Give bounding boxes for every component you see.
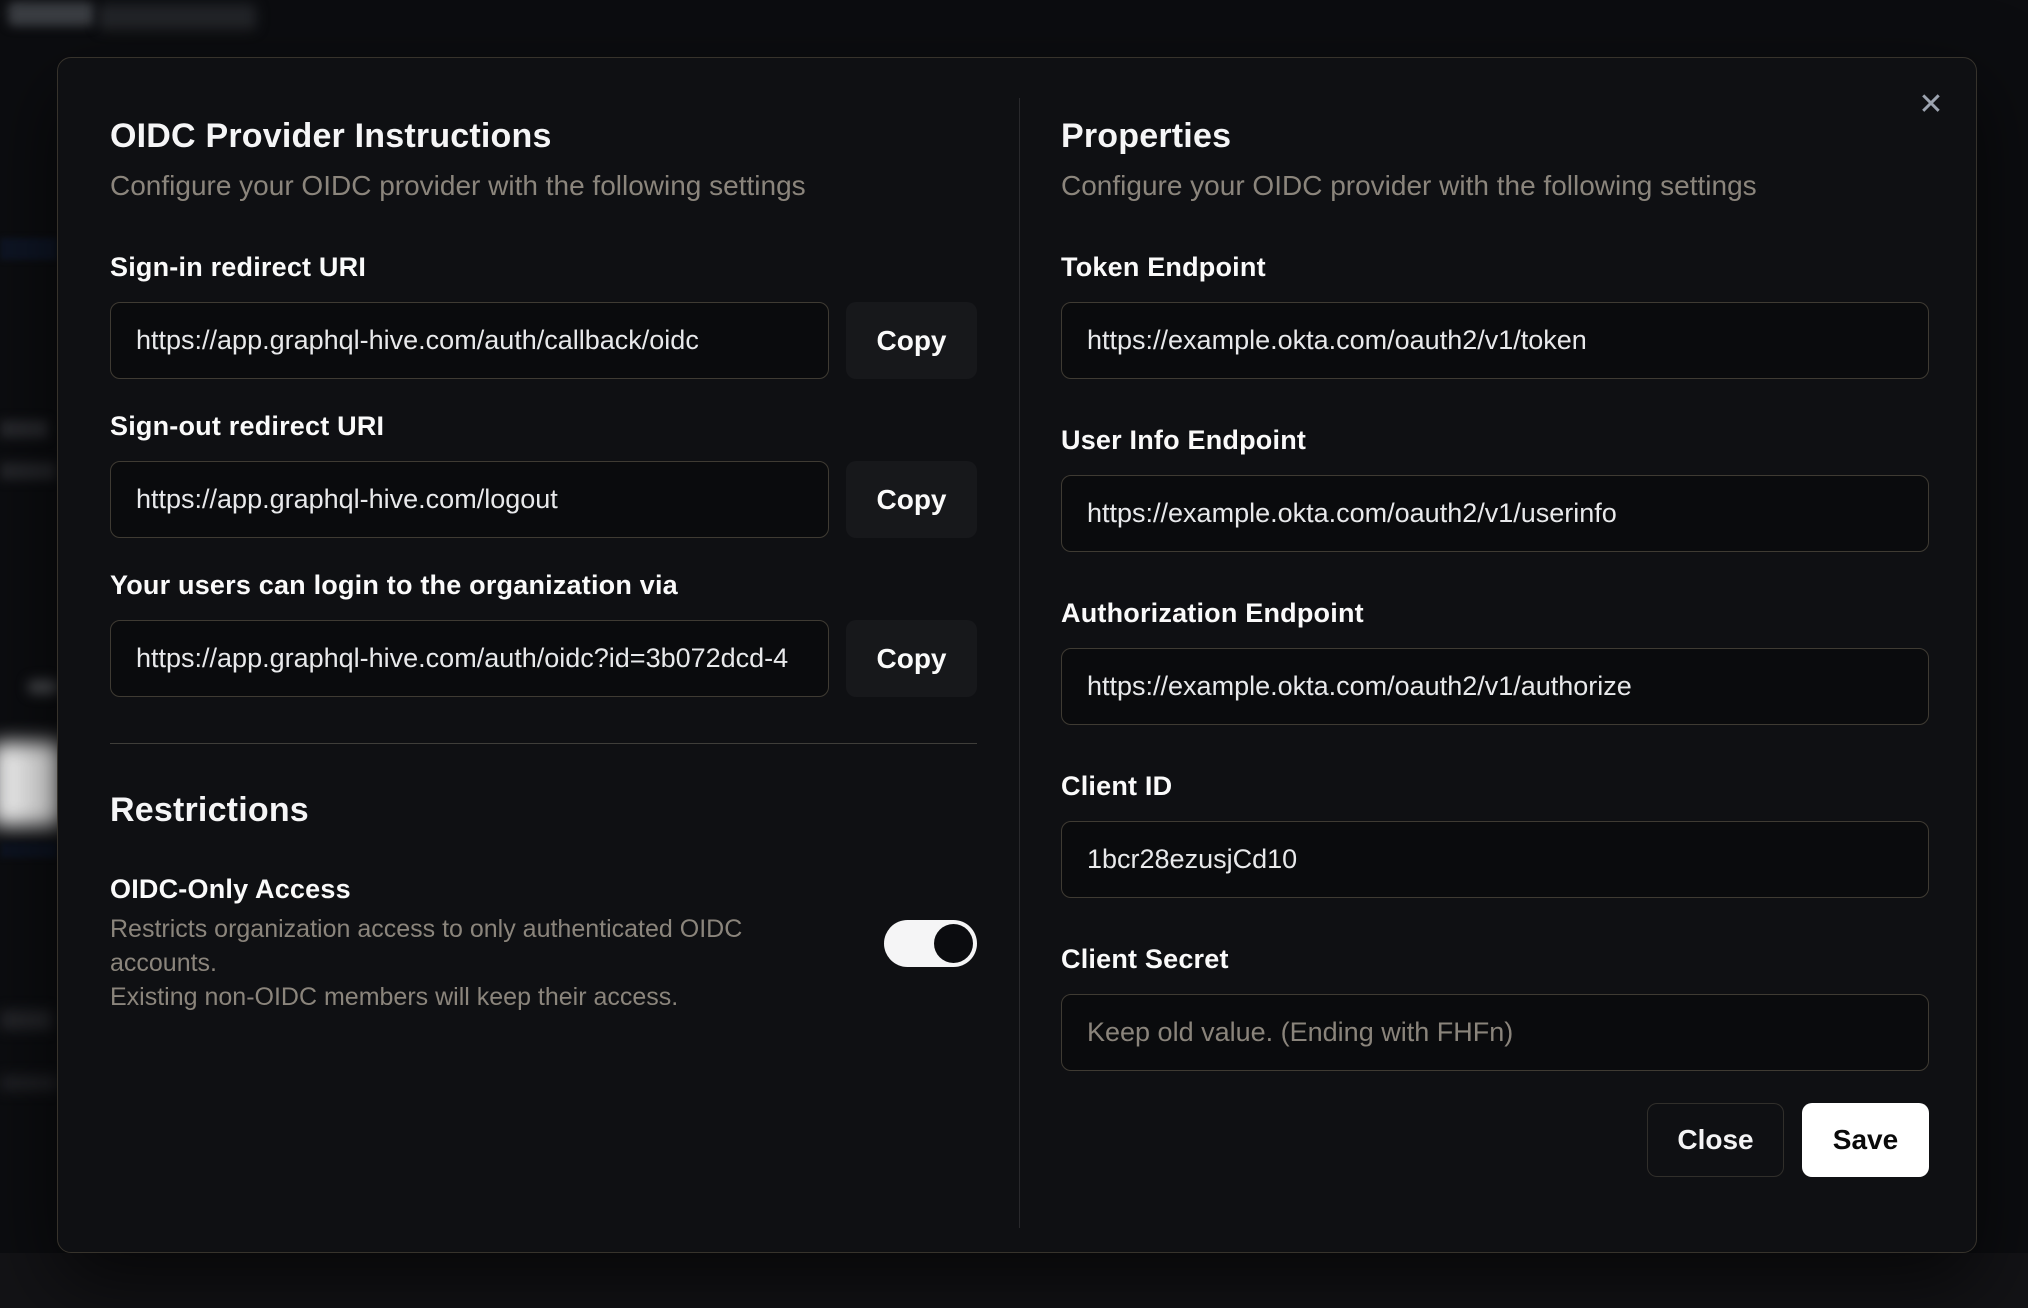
login-url-field: Your users can login to the organization… <box>110 568 977 697</box>
instructions-subtitle: Configure your OIDC provider with the fo… <box>110 170 806 201</box>
background-blur-artifact <box>0 420 48 438</box>
oidc-only-toggle[interactable] <box>884 919 977 967</box>
copy-sign-out-redirect-button[interactable]: Copy <box>846 461 977 538</box>
background-blur-artifact <box>98 4 256 30</box>
token-endpoint-label: Token Endpoint <box>1061 252 1266 282</box>
authorization-endpoint-field: Authorization Endpoint <box>1061 596 1929 725</box>
background-blur-artifact <box>0 1075 58 1091</box>
restrictions-title: Restrictions <box>110 791 309 829</box>
properties-title: Properties <box>1061 117 1232 155</box>
copy-login-url-button[interactable]: Copy <box>846 620 977 697</box>
client-secret-field: Client Secret <box>1061 942 1929 1071</box>
oidc-settings-dialog: ✕ OIDC Provider Instructions Configure y… <box>57 57 1977 1253</box>
copy-sign-in-redirect-button[interactable]: Copy <box>846 302 977 379</box>
client-id-field: Client ID <box>1061 769 1929 898</box>
dialog-footer: Close Save <box>1061 1103 1929 1177</box>
save-button[interactable]: Save <box>1802 1103 1929 1177</box>
oidc-only-access-description: Restricts organization access to only au… <box>110 915 743 1011</box>
oidc-only-access-label: OIDC-Only Access <box>110 874 351 904</box>
user-info-endpoint-field: User Info Endpoint <box>1061 423 1929 552</box>
background-blur-artifact <box>0 462 56 480</box>
sign-in-redirect-field: Sign-in redirect URI Copy <box>110 250 977 379</box>
section-divider <box>110 743 977 744</box>
client-id-input[interactable] <box>1061 821 1929 898</box>
background-blur-artifact <box>8 2 94 26</box>
sign-out-redirect-field: Sign-out redirect URI Copy <box>110 409 977 538</box>
background-blur-artifact <box>28 680 58 694</box>
oidc-only-access-row: OIDC-Only Access Restricts organization … <box>110 872 977 1014</box>
authorization-endpoint-label: Authorization Endpoint <box>1061 598 1364 628</box>
background-blur-artifact <box>0 238 57 260</box>
oidc-instructions-panel: OIDC Provider Instructions Configure you… <box>58 58 1019 1252</box>
user-info-endpoint-label: User Info Endpoint <box>1061 425 1307 455</box>
client-secret-label: Client Secret <box>1061 944 1229 974</box>
token-endpoint-field: Token Endpoint <box>1061 250 1929 379</box>
user-info-endpoint-input[interactable] <box>1061 475 1929 552</box>
background-blur-artifact <box>0 842 57 858</box>
sign-in-redirect-label: Sign-in redirect URI <box>110 252 367 282</box>
login-url-input[interactable] <box>110 620 829 697</box>
instructions-title: OIDC Provider Instructions <box>110 117 552 155</box>
sign-in-redirect-input[interactable] <box>110 302 829 379</box>
login-url-label: Your users can login to the organization… <box>110 570 678 600</box>
page-background <box>0 1253 2028 1308</box>
close-button[interactable]: Close <box>1647 1103 1784 1177</box>
background-blur-artifact <box>0 1010 52 1030</box>
properties-panel: Properties Configure your OIDC provider … <box>1020 58 1976 1252</box>
token-endpoint-input[interactable] <box>1061 302 1929 379</box>
client-secret-input[interactable] <box>1061 994 1929 1071</box>
sign-out-redirect-label: Sign-out redirect URI <box>110 411 385 441</box>
properties-subtitle: Configure your OIDC provider with the fo… <box>1061 170 1757 201</box>
client-id-label: Client ID <box>1061 771 1173 801</box>
toggle-knob <box>934 923 973 963</box>
background-blur-button <box>0 742 62 826</box>
sign-out-redirect-input[interactable] <box>110 461 829 538</box>
authorization-endpoint-input[interactable] <box>1061 648 1929 725</box>
